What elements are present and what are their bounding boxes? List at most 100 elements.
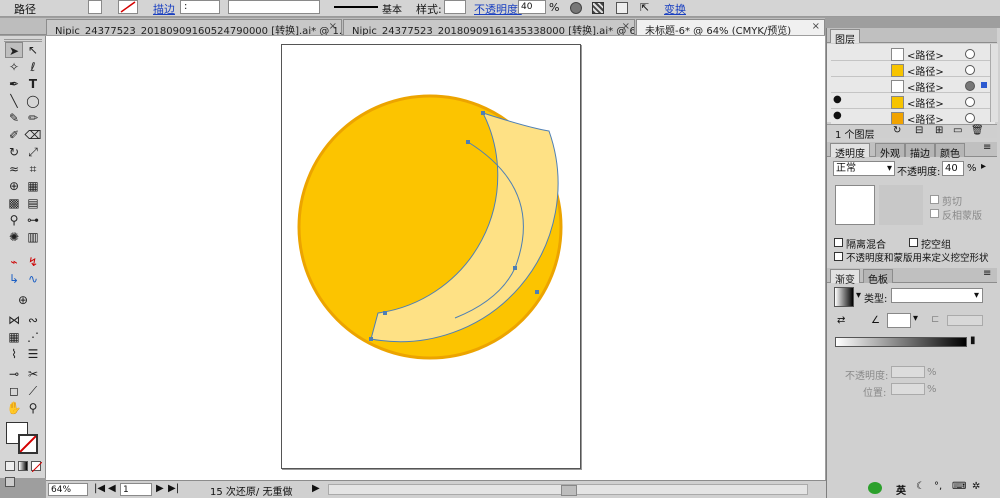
anchor-point[interactable] xyxy=(369,337,373,341)
layer-thumbnail xyxy=(891,96,904,109)
opacity-thumbnail xyxy=(835,185,875,225)
horizontal-scrollbar[interactable] xyxy=(328,484,808,496)
status-menu-icon[interactable]: ▶ xyxy=(312,483,320,494)
panel-dock: 图层 <路径> <路径> <路径> ● <路径> ● <路径> 1 个图层 ↻ … xyxy=(826,28,1000,498)
gradient-location-field xyxy=(891,383,925,395)
clip-label: 剪切 xyxy=(942,197,962,208)
target-icon[interactable] xyxy=(965,113,975,123)
keyboard-icon[interactable]: ⌨ xyxy=(952,481,966,492)
opacity-mask-label: 不透明度和蒙版用来定义挖空形状 xyxy=(846,253,989,264)
gradient-opacity-unit: % xyxy=(927,367,937,378)
layer-count: 1 个图层 xyxy=(835,130,875,141)
layer-row[interactable]: <路径> xyxy=(831,62,995,78)
opacity-stepper-icon[interactable]: ▸ xyxy=(981,161,986,172)
layer-thumbnail xyxy=(891,64,904,77)
isolate-blend-checkbox[interactable] xyxy=(834,238,843,247)
tab-layers[interactable]: 图层 xyxy=(830,29,860,46)
first-page-icon[interactable]: |◀ xyxy=(94,483,105,494)
knockout-group-checkbox[interactable] xyxy=(909,238,918,247)
layer-thumbnail xyxy=(891,80,904,93)
selected-art-indicator xyxy=(981,82,987,88)
gradient-panel-header: 渐变 色板 ≡ xyxy=(827,268,997,286)
panel-menu-icon[interactable]: ≡ xyxy=(983,268,991,279)
visibility-eye-icon[interactable]: ● xyxy=(833,110,842,121)
gradient-preview-dropdown-icon[interactable]: ▾ xyxy=(856,290,861,301)
gradient-opacity-label: 不透明度: xyxy=(845,371,889,382)
target-icon[interactable] xyxy=(965,81,975,91)
status-message: 15 次还原/ 无重做 xyxy=(210,487,293,498)
layer-thumbnail xyxy=(891,48,904,61)
tab-swatches[interactable]: 色板 xyxy=(863,269,893,286)
target-icon[interactable] xyxy=(965,49,975,59)
angle-dropdown-icon[interactable]: ▾ xyxy=(913,313,918,324)
angle-field[interactable] xyxy=(887,313,911,328)
layers-panel-header: 图层 xyxy=(827,28,997,46)
delete-stop-icon[interactable]: ▮ xyxy=(970,335,976,346)
status-bar: 64% |◀ ◀ 1 ▶ ▶| 15 次还原/ 无重做 ▶ xyxy=(46,480,826,498)
gradient-type-select[interactable]: ▾ xyxy=(891,288,983,303)
zoom-select[interactable]: 64% xyxy=(48,483,88,496)
isolate-blend-label: 隔离混合 xyxy=(846,240,886,251)
ime-language-indicator[interactable]: 英 xyxy=(896,482,906,497)
layer-row[interactable]: ● <路径> xyxy=(831,110,995,126)
reverse-gradient-icon[interactable]: ⇄ xyxy=(837,315,845,326)
chevron-down-icon: ▾ xyxy=(886,163,892,174)
last-page-icon[interactable]: ▶| xyxy=(168,483,179,494)
layer-row[interactable]: <路径> xyxy=(831,46,995,62)
invert-mask-label: 反相蒙版 xyxy=(942,211,982,222)
settings-icon[interactable]: ✲ xyxy=(972,481,980,492)
layers-scrollbar[interactable] xyxy=(990,44,998,122)
ime-logo-icon[interactable] xyxy=(868,482,882,494)
tab-color[interactable]: 颜色 xyxy=(935,143,965,160)
gradient-location-label: 位置: xyxy=(863,388,887,399)
mask-thumbnail-area xyxy=(879,185,923,225)
visibility-eye-icon[interactable]: ● xyxy=(833,94,842,105)
angle-icon: ∠ xyxy=(871,315,880,326)
prev-page-icon[interactable]: ◀ xyxy=(108,483,116,494)
next-page-icon[interactable]: ▶ xyxy=(156,483,164,494)
tab-gradient[interactable]: 渐变 xyxy=(830,269,860,286)
clip-checkbox[interactable] xyxy=(930,195,939,204)
layers-list: <路径> <路径> <路径> ● <路径> ● <路径> xyxy=(827,44,997,126)
scroll-thumb[interactable] xyxy=(561,485,577,496)
chevron-down-icon: ▾ xyxy=(973,290,979,301)
tab-appearance[interactable]: 外观 xyxy=(875,143,905,160)
opacity-input[interactable]: 40 xyxy=(942,161,964,176)
anchor-point[interactable] xyxy=(383,311,387,315)
knockout-group-label: 挖空组 xyxy=(921,240,951,251)
opacity-mask-checkbox[interactable] xyxy=(834,252,843,261)
layer-row[interactable]: ● <路径> xyxy=(831,94,995,110)
page-field[interactable]: 1 xyxy=(120,483,152,496)
anchor-point[interactable] xyxy=(535,290,539,294)
aspect-ratio-icon: ⊏ xyxy=(931,314,940,325)
tab-stroke[interactable]: 描边 xyxy=(905,143,935,160)
anchor-point[interactable] xyxy=(466,140,470,144)
panel-menu-icon[interactable]: ≡ xyxy=(983,142,991,153)
system-tray: 英 ☾ °, ⌨ ✲ xyxy=(860,478,1000,498)
moon-icon[interactable]: ☾ xyxy=(916,481,925,492)
tab-transparency[interactable]: 透明度 xyxy=(830,143,870,160)
layer-row[interactable]: <路径> xyxy=(831,78,995,94)
make-clip-mask-icon[interactable]: ⊟ xyxy=(915,125,923,136)
blend-mode-select[interactable]: 正常 ▾ xyxy=(833,161,895,176)
target-icon[interactable] xyxy=(965,65,975,75)
aspect-ratio-field xyxy=(947,315,983,326)
gradient-location-unit: % xyxy=(927,384,937,395)
punctuation-icon[interactable]: °, xyxy=(934,481,942,492)
locate-object-icon[interactable]: ↻ xyxy=(893,125,901,136)
gradient-type-label: 类型: xyxy=(864,294,888,305)
target-icon[interactable] xyxy=(965,97,975,107)
new-sublayer-icon[interactable]: ⊞ xyxy=(935,125,943,136)
anchor-point[interactable] xyxy=(513,266,517,270)
gradient-slider[interactable] xyxy=(835,337,967,347)
opacity-percent: % xyxy=(967,163,977,174)
new-layer-icon[interactable]: ▭ xyxy=(953,125,962,136)
invert-mask-checkbox[interactable] xyxy=(930,209,939,218)
gradient-opacity-field xyxy=(891,366,925,378)
opacity-label: 不透明度: xyxy=(897,167,941,178)
layers-footer: 1 个图层 ↻ ⊟ ⊞ ▭ 🗑 xyxy=(827,124,997,141)
transparency-panel-header: 透明度 外观 描边 颜色 ≡ xyxy=(827,142,997,160)
delete-layer-icon[interactable]: 🗑 xyxy=(971,125,984,136)
gradient-preview[interactable] xyxy=(834,287,854,307)
anchor-point[interactable] xyxy=(481,111,485,115)
